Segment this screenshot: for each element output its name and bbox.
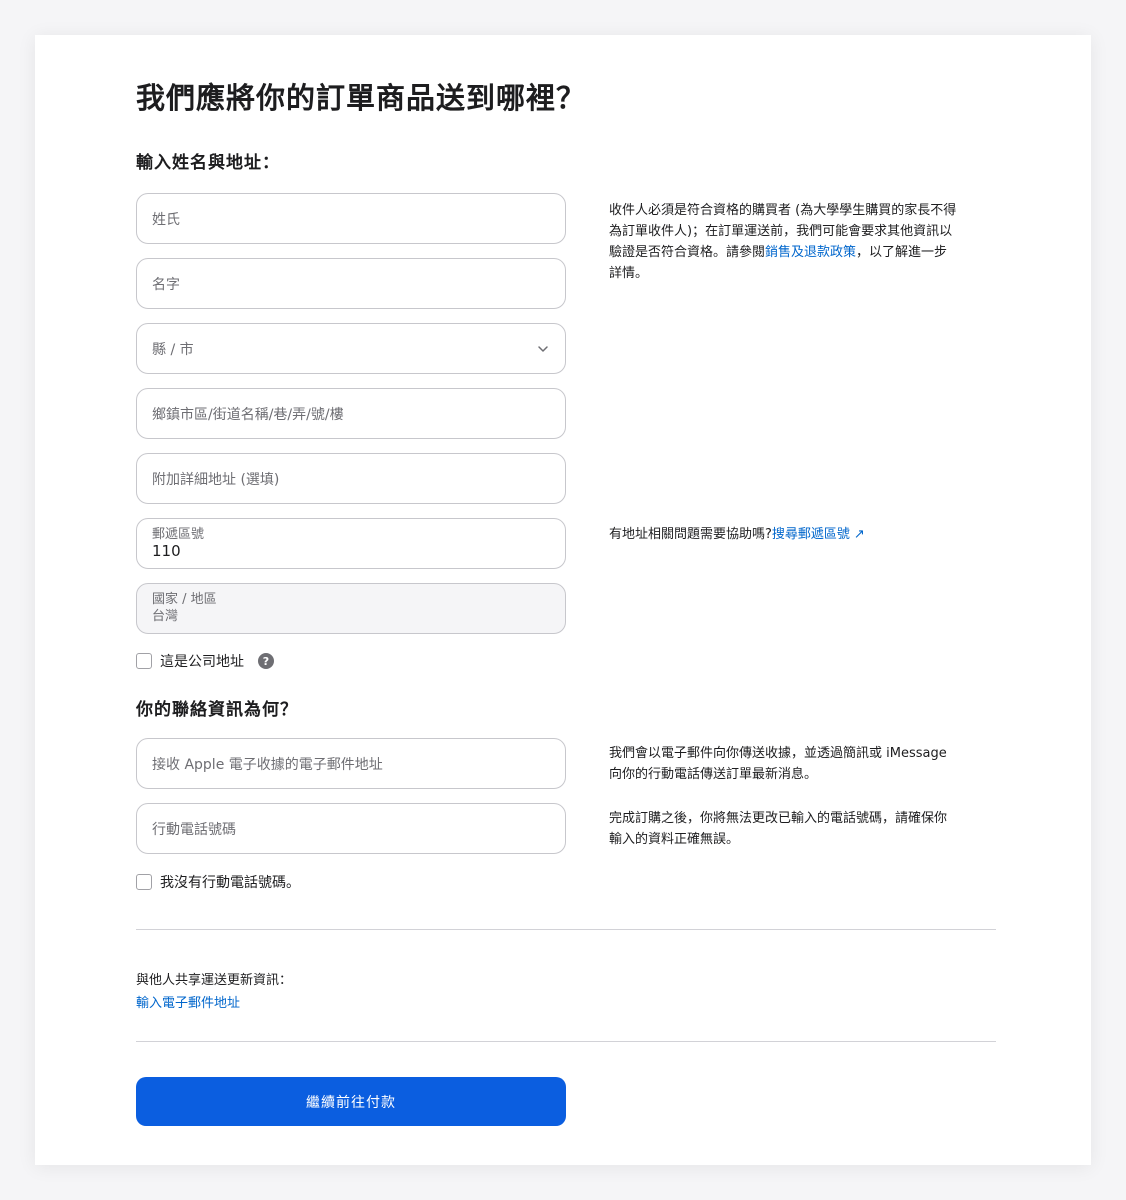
address-extra-placeholder: 附加詳細地址 (選填): [152, 471, 280, 488]
country-region-value: 台灣: [152, 609, 179, 624]
last-name-input[interactable]: 姓氏: [136, 193, 566, 244]
recipient-eligibility-note: 收件人必須是符合資格的購買者 (為大學學生購買的家長不得為訂單收件人)；在訂單運…: [609, 200, 959, 284]
continue-to-payment-button[interactable]: 繼續前往付款: [136, 1077, 566, 1126]
county-city-placeholder: 縣 / 市: [152, 341, 194, 358]
county-city-select[interactable]: 縣 / 市: [136, 323, 566, 374]
street-address-input[interactable]: 鄉鎮市區/街道名稱/巷/弄/號/樓: [136, 388, 566, 439]
business-address-checkbox[interactable]: [136, 653, 152, 669]
email-input[interactable]: 接收 Apple 電子收據的電子郵件地址: [136, 738, 566, 789]
postal-code-label: 郵遞區號: [152, 527, 205, 542]
first-name-input[interactable]: 名字: [136, 258, 566, 309]
email-placeholder: 接收 Apple 電子收據的電子郵件地址: [152, 756, 383, 773]
share-updates-label: 與他人共享運送更新資訊：: [136, 973, 293, 988]
country-region-label: 國家 / 地區: [152, 592, 217, 607]
first-name-placeholder: 名字: [152, 276, 180, 293]
contact-note-receipt: 我們會以電子郵件向你傳送收據，並透過簡訊或 iMessage 向你的行動電話傳送…: [609, 746, 947, 782]
chevron-down-icon: [538, 346, 548, 352]
address-extra-input[interactable]: 附加詳細地址 (選填): [136, 453, 566, 504]
external-link-icon: ↗: [853, 527, 865, 542]
postal-code-input[interactable]: 郵遞區號 110: [136, 518, 566, 569]
business-address-label: 這是公司地址: [160, 654, 244, 670]
contact-note-phone: 完成訂購之後，你將無法更改已輸入的電話號碼，請確保你輸入的資料正確無誤。: [609, 811, 948, 847]
share-email-link[interactable]: 輸入電子郵件地址: [136, 992, 240, 1011]
country-region-field: 國家 / 地區 台灣: [136, 583, 566, 634]
postal-code-value: 110: [152, 542, 181, 560]
business-address-row: 這是公司地址 ?: [136, 651, 274, 671]
page-title: 我們應將你的訂單商品送到哪裡？: [136, 81, 587, 115]
search-postal-code-link[interactable]: 搜尋郵遞區號: [772, 527, 850, 542]
divider: [136, 1041, 996, 1042]
sales-refund-policy-link[interactable]: 銷售及退款政策: [765, 245, 856, 260]
no-phone-label: 我沒有行動電話號碼。: [160, 875, 300, 891]
last-name-placeholder: 姓氏: [152, 211, 180, 228]
street-address-placeholder: 鄉鎮市區/街道名稱/巷/弄/號/樓: [152, 406, 344, 423]
checkout-card: 我們應將你的訂單商品送到哪裡？ 輸入姓名與地址： 姓氏 名字 縣 / 市 鄉鎮市…: [35, 35, 1091, 1165]
divider: [136, 929, 996, 930]
no-phone-row: 我沒有行動電話號碼。: [136, 872, 300, 892]
address-section-title: 輸入姓名與地址：: [136, 153, 280, 173]
contact-section-title: 你的聯絡資訊為何？: [136, 700, 298, 720]
phone-input[interactable]: 行動電話號碼: [136, 803, 566, 854]
address-help-note: 有地址相關問題需要協助嗎?搜尋郵遞區號 ↗: [609, 524, 959, 545]
address-help-text: 有地址相關問題需要協助嗎?: [609, 527, 772, 542]
help-icon[interactable]: ?: [258, 653, 274, 669]
phone-placeholder: 行動電話號碼: [152, 821, 236, 838]
no-phone-checkbox[interactable]: [136, 874, 152, 890]
